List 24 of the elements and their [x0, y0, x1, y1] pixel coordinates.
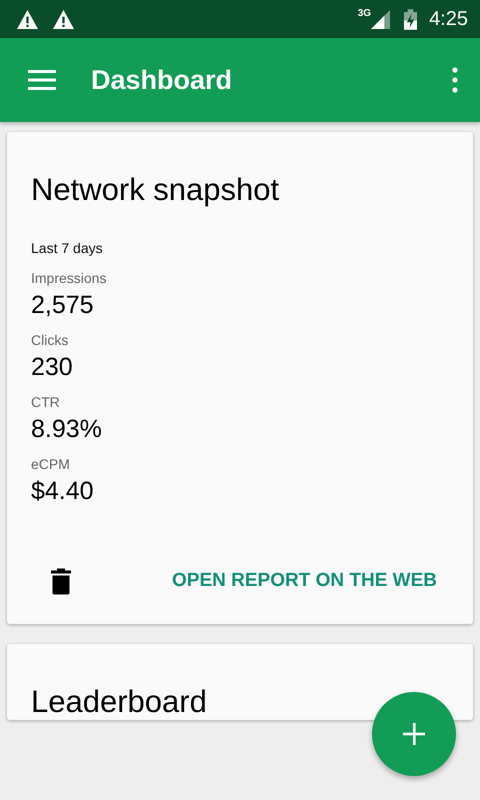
period-label: Last 7 days: [31, 240, 104, 256]
network-type: 3G: [358, 8, 372, 19]
add-icon: [403, 723, 425, 745]
metric-label: Clicks: [31, 332, 70, 348]
metric-value: 2,575: [31, 291, 95, 320]
more-options-icon[interactable]: [452, 67, 458, 93]
menu-icon[interactable]: [28, 70, 56, 90]
metric-label: Impressions: [31, 270, 108, 286]
warning-icon: [16, 8, 39, 30]
open-report-link[interactable]: OPEN REPORT ON THE WEB: [172, 564, 437, 598]
metric-value: 8.93%: [31, 415, 103, 444]
delete-icon[interactable]: [51, 568, 71, 594]
card-title: Leaderboard: [31, 684, 208, 720]
app-title: Dashboard: [91, 64, 234, 96]
metric-label: eCPM: [31, 456, 71, 472]
metric-label: CTR: [31, 394, 61, 410]
metric-value: 230: [31, 353, 74, 382]
card-title: Network snapshot: [31, 172, 280, 208]
add-button[interactable]: [372, 692, 456, 776]
metric-value: $4.40: [31, 477, 95, 506]
warning-icon: [52, 8, 75, 30]
clock: 4:25: [429, 8, 468, 30]
signal-icon: [371, 10, 390, 28]
battery-charging-icon: [404, 8, 418, 30]
